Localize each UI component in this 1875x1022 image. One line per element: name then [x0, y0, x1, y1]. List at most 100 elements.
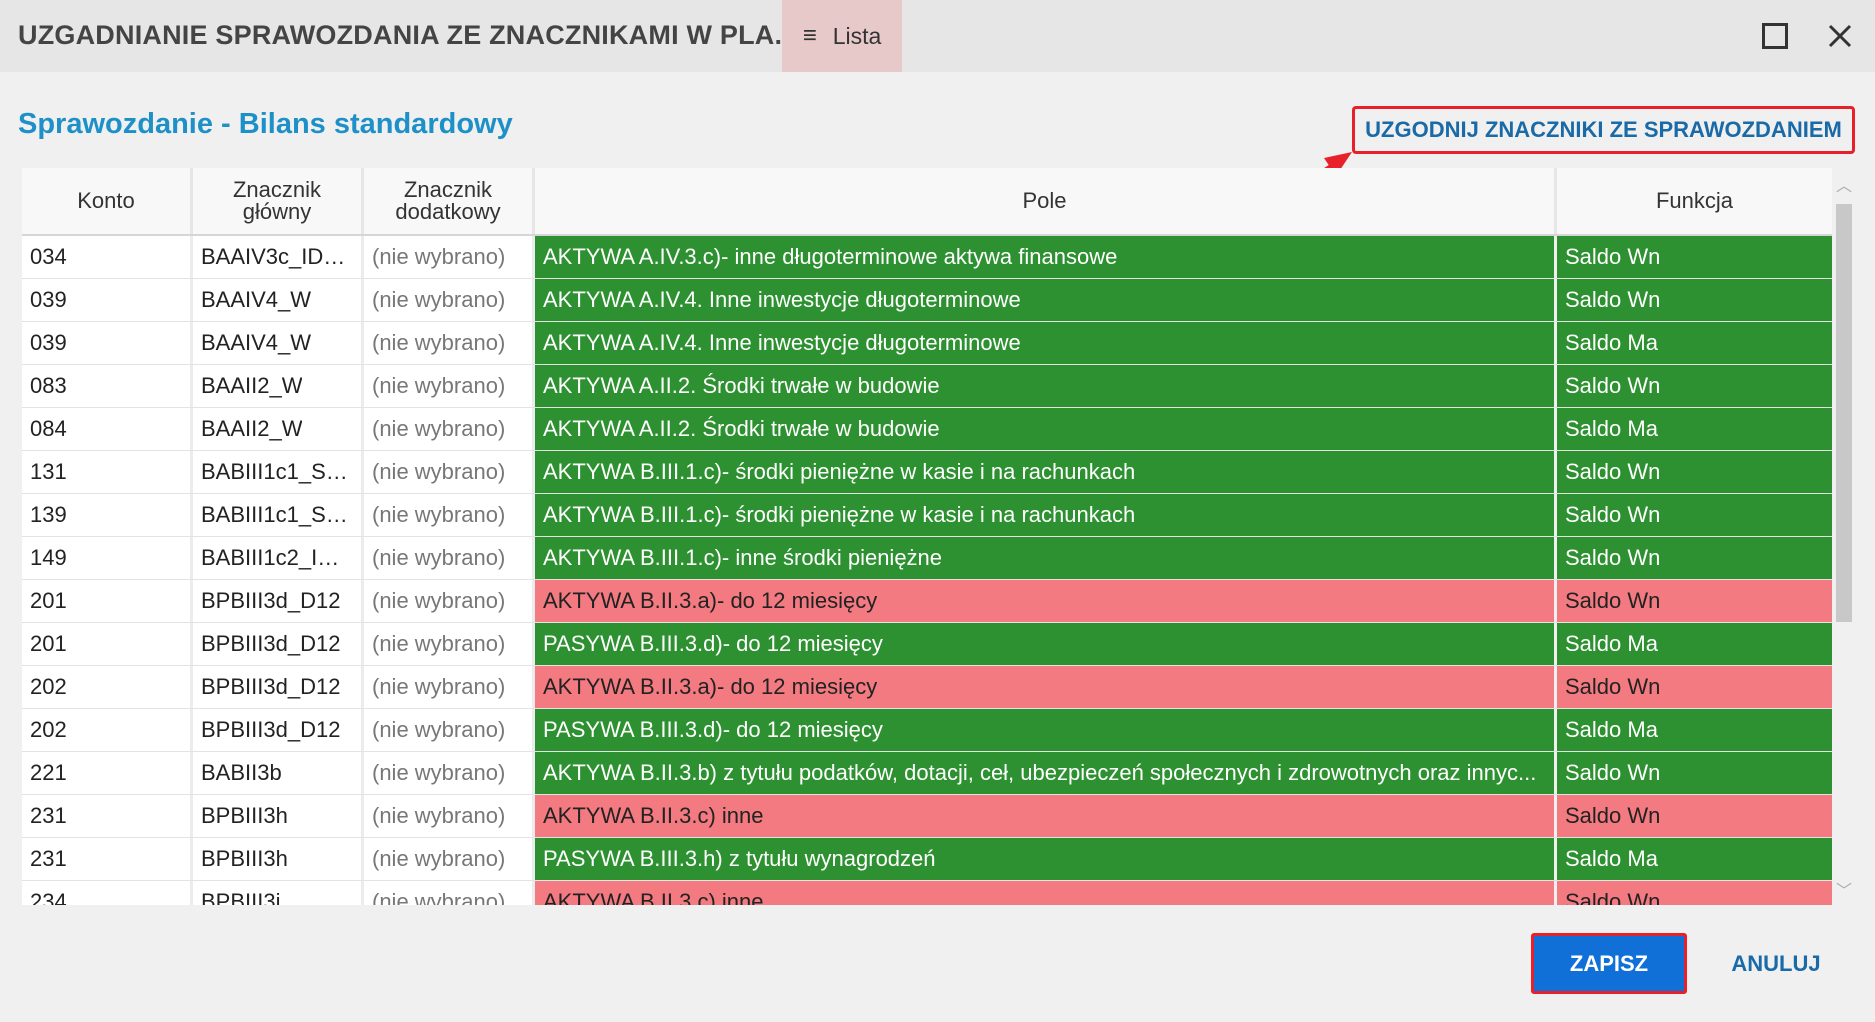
cell-account[interactable]: 231: [22, 795, 193, 837]
cell-field[interactable]: PASYWA B.III.3.d)- do 12 miesięcy: [535, 623, 1557, 665]
cell-account[interactable]: 039: [22, 279, 193, 321]
cell-field[interactable]: PASYWA B.III.3.h) z tytułu wynagrodzeń: [535, 838, 1557, 880]
cell-additional-tag[interactable]: (nie wybrano): [364, 236, 535, 278]
cell-additional-tag[interactable]: (nie wybrano): [364, 322, 535, 364]
cell-main-tag[interactable]: BAAIV4_W: [193, 322, 364, 364]
cell-field[interactable]: AKTYWA B.II.3.b) z tytułu podatków, dota…: [535, 752, 1557, 794]
scrollbar-thumb[interactable]: [1836, 204, 1852, 622]
cell-main-tag[interactable]: BPBIII3d_D12: [193, 709, 364, 751]
table-row[interactable]: 231 BPBIII3h (nie wybrano) PASYWA B.III.3.h…: [22, 838, 1832, 881]
cell-function[interactable]: Saldo Wn: [1557, 451, 1832, 493]
cell-field[interactable]: AKTYWA B.II.3.c) inne: [535, 881, 1557, 905]
column-header-konto[interactable]: Konto: [22, 168, 193, 234]
cell-function[interactable]: Saldo Wn: [1557, 881, 1832, 905]
table-row[interactable]: 201 BPBIII3d_D12 (nie wybrano) AKTYWA B.II.…: [22, 580, 1832, 623]
cell-additional-tag[interactable]: (nie wybrano): [364, 494, 535, 536]
cell-field[interactable]: AKTYWA B.III.1.c)- środki pieniężne w ka…: [535, 494, 1557, 536]
cell-account[interactable]: 221: [22, 752, 193, 794]
table-row[interactable]: 231 BPBIII3h (nie wybrano) AKTYWA B.II.3.c)…: [22, 795, 1832, 838]
table-row[interactable]: 234 BPBIII3i (nie wybrano) AKTYWA B.II.3.c)…: [22, 881, 1832, 905]
cell-account[interactable]: 083: [22, 365, 193, 407]
cell-account[interactable]: 139: [22, 494, 193, 536]
cell-additional-tag[interactable]: (nie wybrano): [364, 623, 535, 665]
cell-field[interactable]: AKTYWA B.II.3.a)- do 12 miesięcy: [535, 580, 1557, 622]
cell-additional-tag[interactable]: (nie wybrano): [364, 580, 535, 622]
cancel-button[interactable]: ANULUJ: [1716, 946, 1836, 982]
column-header-main-tag[interactable]: Znacznik główny: [193, 168, 364, 234]
table-row[interactable]: 149 BABIII1c2_ISP... (nie wybrano) AKTYWA B…: [22, 537, 1832, 580]
cell-main-tag[interactable]: BPBIII3d_D12: [193, 666, 364, 708]
cell-field[interactable]: AKTYWA A.IV.4. Inne inwestycje długoterm…: [535, 279, 1557, 321]
cell-field[interactable]: AKTYWA A.II.2. Środki trwałe w budowie: [535, 365, 1557, 407]
cell-field[interactable]: AKTYWA A.IV.3.c)- inne długoterminowe ak…: [535, 236, 1557, 278]
cell-main-tag[interactable]: BAAII2_W: [193, 365, 364, 407]
cell-account[interactable]: 234: [22, 881, 193, 905]
cell-function[interactable]: Saldo Wn: [1557, 365, 1832, 407]
cell-function[interactable]: Saldo Ma: [1557, 408, 1832, 450]
cell-main-tag[interactable]: BPBIII3i: [193, 881, 364, 905]
list-tab[interactable]: ≡ Lista: [782, 0, 902, 72]
cell-additional-tag[interactable]: (nie wybrano): [364, 537, 535, 579]
cell-additional-tag[interactable]: (nie wybrano): [364, 881, 535, 905]
cell-additional-tag[interactable]: (nie wybrano): [364, 838, 535, 880]
cell-account[interactable]: 202: [22, 666, 193, 708]
cell-main-tag[interactable]: BAAIV3c_IDA...: [193, 236, 364, 278]
cell-function[interactable]: Saldo Wn: [1557, 236, 1832, 278]
close-button[interactable]: [1818, 14, 1862, 58]
cell-function[interactable]: Saldo Wn: [1557, 580, 1832, 622]
cell-function[interactable]: Saldo Wn: [1557, 752, 1832, 794]
cell-function[interactable]: Saldo Ma: [1557, 709, 1832, 751]
cell-main-tag[interactable]: BAAII2_W: [193, 408, 364, 450]
cell-function[interactable]: Saldo Ma: [1557, 322, 1832, 364]
cell-additional-tag[interactable]: (nie wybrano): [364, 365, 535, 407]
cell-account[interactable]: 084: [22, 408, 193, 450]
scroll-down-icon[interactable]: ﹀: [1832, 877, 1856, 901]
column-header-function[interactable]: Funkcja: [1557, 168, 1832, 234]
cell-function[interactable]: Saldo Wn: [1557, 494, 1832, 536]
table-row[interactable]: 039 BAAIV4_W (nie wybrano) AKTYWA A.IV.4. I…: [22, 322, 1832, 365]
cell-account[interactable]: 231: [22, 838, 193, 880]
table-row[interactable]: 084 BAAII2_W (nie wybrano) AKTYWA A.II.2. Ś…: [22, 408, 1832, 451]
table-row[interactable]: 202 BPBIII3d_D12 (nie wybrano) PASYWA B.III…: [22, 709, 1832, 752]
cell-additional-tag[interactable]: (nie wybrano): [364, 451, 535, 493]
cell-function[interactable]: Saldo Wn: [1557, 795, 1832, 837]
cell-function[interactable]: Saldo Wn: [1557, 537, 1832, 579]
cell-main-tag[interactable]: BABIII1c1_SP...: [193, 494, 364, 536]
table-row[interactable]: 034 BAAIV3c_IDA... (nie wybrano) AKTYWA A.I…: [22, 236, 1832, 279]
table-row[interactable]: 201 BPBIII3d_D12 (nie wybrano) PASYWA B.III…: [22, 623, 1832, 666]
cell-function[interactable]: Saldo Ma: [1557, 838, 1832, 880]
cell-account[interactable]: 201: [22, 580, 193, 622]
column-header-additional-tag[interactable]: Znacznik dodatkowy: [364, 168, 535, 234]
cell-account[interactable]: 202: [22, 709, 193, 751]
cell-function[interactable]: Saldo Ma: [1557, 623, 1832, 665]
column-header-pole[interactable]: Pole: [535, 168, 1557, 234]
cell-main-tag[interactable]: BPBIII3d_D12: [193, 580, 364, 622]
cell-additional-tag[interactable]: (nie wybrano): [364, 752, 535, 794]
cell-account[interactable]: 131: [22, 451, 193, 493]
cell-field[interactable]: AKTYWA B.II.3.c) inne: [535, 795, 1557, 837]
cell-field[interactable]: PASYWA B.III.3.d)- do 12 miesięcy: [535, 709, 1557, 751]
cell-additional-tag[interactable]: (nie wybrano): [364, 795, 535, 837]
maximize-button[interactable]: [1753, 14, 1797, 58]
cell-main-tag[interactable]: BABII3b: [193, 752, 364, 794]
cell-main-tag[interactable]: BABIII1c1_SP...: [193, 451, 364, 493]
table-row[interactable]: 131 BABIII1c1_SP... (nie wybrano) AKTYWA B.…: [22, 451, 1832, 494]
cell-additional-tag[interactable]: (nie wybrano): [364, 709, 535, 751]
cell-main-tag[interactable]: BPBIII3h: [193, 838, 364, 880]
cell-field[interactable]: AKTYWA A.II.2. Środki trwałe w budowie: [535, 408, 1557, 450]
scroll-up-icon[interactable]: ︿: [1832, 172, 1856, 196]
cell-field[interactable]: AKTYWA A.IV.4. Inne inwestycje długoterm…: [535, 322, 1557, 364]
table-row[interactable]: 202 BPBIII3d_D12 (nie wybrano) AKTYWA B.II.…: [22, 666, 1832, 709]
save-button[interactable]: ZAPISZ: [1531, 933, 1687, 994]
cell-main-tag[interactable]: BAAIV4_W: [193, 279, 364, 321]
cell-field[interactable]: AKTYWA B.II.3.a)- do 12 miesięcy: [535, 666, 1557, 708]
cell-function[interactable]: Saldo Wn: [1557, 666, 1832, 708]
cell-account[interactable]: 201: [22, 623, 193, 665]
cell-field[interactable]: AKTYWA B.III.1.c)- środki pieniężne w ka…: [535, 451, 1557, 493]
cell-function[interactable]: Saldo Wn: [1557, 279, 1832, 321]
cell-main-tag[interactable]: BPBIII3h: [193, 795, 364, 837]
table-row[interactable]: 083 BAAII2_W (nie wybrano) AKTYWA A.II.2. Ś…: [22, 365, 1832, 408]
cell-account[interactable]: 039: [22, 322, 193, 364]
match-tags-button[interactable]: UZGODNIJ ZNACZNIKI ZE SPRAWOZDANIEM: [1352, 106, 1855, 154]
table-row[interactable]: 221 BABII3b (nie wybrano) AKTYWA B.II.3.b) …: [22, 752, 1832, 795]
